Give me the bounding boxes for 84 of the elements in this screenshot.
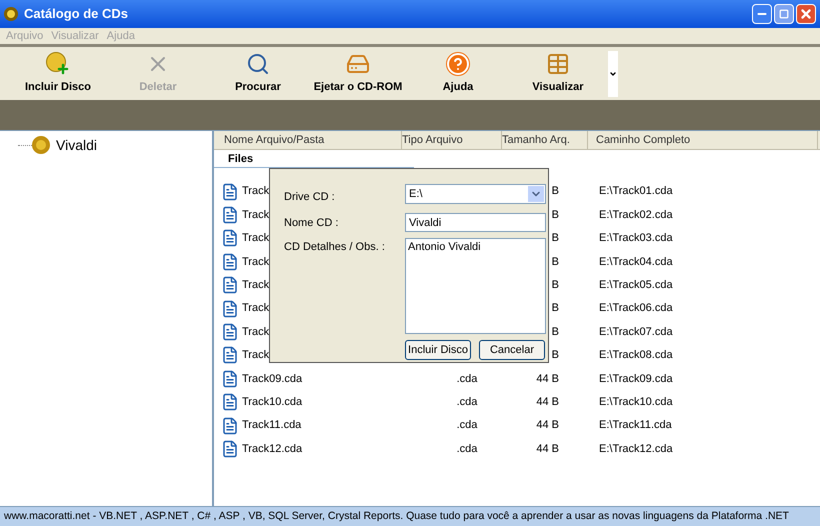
column-header[interactable]: Tamanho Arq. [502,131,588,149]
file-name: Track [242,324,270,340]
file-icon [221,300,239,318]
column-header[interactable]: Tipo Arquivo [402,131,502,149]
file-size: B [552,231,559,246]
file-size: B [552,348,559,364]
file-name: Track [242,278,270,293]
file-type: .cda [456,442,478,457]
file-path: E:\Track08.cda [599,348,673,364]
field-label: CD Detalhes / Obs. : [284,241,385,253]
tree-item[interactable]: Vivaldi [56,134,97,156]
file-path: E:\Track06.cda [599,301,673,316]
file-icon [221,276,239,294]
file-name: Track10.cda [242,394,302,410]
details-textarea[interactable]: Antonio Vivaldi [405,238,546,334]
file-icon [221,229,239,248]
dialog-button[interactable]: Incluir Disco [405,340,471,360]
file-name: Track11.cda [242,418,302,434]
file-icon [221,393,239,412]
group-header: Files [228,152,254,166]
file-path: E:\Track07.cda [599,324,673,340]
minimize-button[interactable] [752,4,772,24]
file-path: E:\Track05.cda [599,278,673,293]
column-header[interactable]: Nome Arquivo/Pasta [214,131,402,149]
file-name: Track [242,208,270,223]
file-size: 44 B [536,442,559,457]
file-icon [221,440,239,458]
file-size: B [552,208,559,223]
file-size: 44 B [536,372,559,387]
close-icon [799,7,813,21]
file-name: Track [242,254,270,270]
file-name: Track09.cda [242,372,302,387]
file-icon [221,206,239,224]
file-path: E:\Track11.cda [599,418,672,434]
overflow-button[interactable] [608,50,618,96]
file-size: B [552,324,559,340]
toolbar-button[interactable]: Ajuda [408,48,508,98]
field-label: Nome CD : [284,217,338,229]
file-name: Track [242,348,270,364]
file-size: B [552,278,559,293]
status-text: www.macoratti.net - VB.NET , ASP.NET , C# , ASP , VB, SQL Server, Crystal Reports. Quase tudo para você a aprender a usar as novas linguagens da Plataforma .NET [4,508,789,524]
field-label: Drive CD : [284,191,335,203]
name-input[interactable]: Vivaldi [405,213,546,232]
help-icon [446,52,470,76]
file-path: E:\Track04.cda [599,254,673,270]
file-name: Track [242,231,270,246]
file-path: E:\Track02.cda [599,208,673,223]
file-size: 44 B [536,394,559,410]
file-path: E:\Track03.cda [599,231,673,246]
maximize-icon [779,9,789,19]
file-path: E:\Track09.cda [599,372,673,387]
window-title: Catálogo de CDs [24,5,130,24]
file-icon [221,323,239,342]
close-button[interactable] [796,4,816,24]
file-size: B [552,254,559,270]
file-size: B [552,301,559,316]
file-path: E:\Track01.cda [599,184,673,200]
grid-icon [546,52,570,76]
file-icon [221,370,239,388]
toolbar-button[interactable]: Procurar [208,48,308,98]
toolbar-button[interactable]: Visualizar [508,48,608,98]
file-name: Track12.cda [242,442,302,457]
toolbar-button[interactable]: Incluir Disco [8,48,108,98]
file-path: E:\Track12.cda [599,442,673,457]
file-name: Track [242,301,270,316]
file-icon [221,346,239,364]
file-type: .cda [456,418,478,434]
file-path: E:\Track10.cda [599,394,673,410]
file-icon [221,416,239,435]
column-header[interactable]: Caminho Completo [588,131,818,149]
file-type: .cda [456,394,478,410]
file-size: 44 B [536,418,559,434]
drive-dropdown[interactable]: E:\ [405,184,546,204]
caret-icon [609,70,617,78]
dialog-button[interactable]: Cancelar [479,340,545,360]
toolbar-button[interactable]: Ejetar o CD-ROM [308,48,408,98]
file-type: .cda [456,372,478,387]
file-size: B [552,184,559,200]
file-name: Track [242,184,270,200]
disc-plus-icon [46,52,70,76]
search-icon [246,52,270,76]
maximize-button[interactable] [774,4,794,24]
file-icon [221,252,239,271]
file-icon [221,182,239,201]
